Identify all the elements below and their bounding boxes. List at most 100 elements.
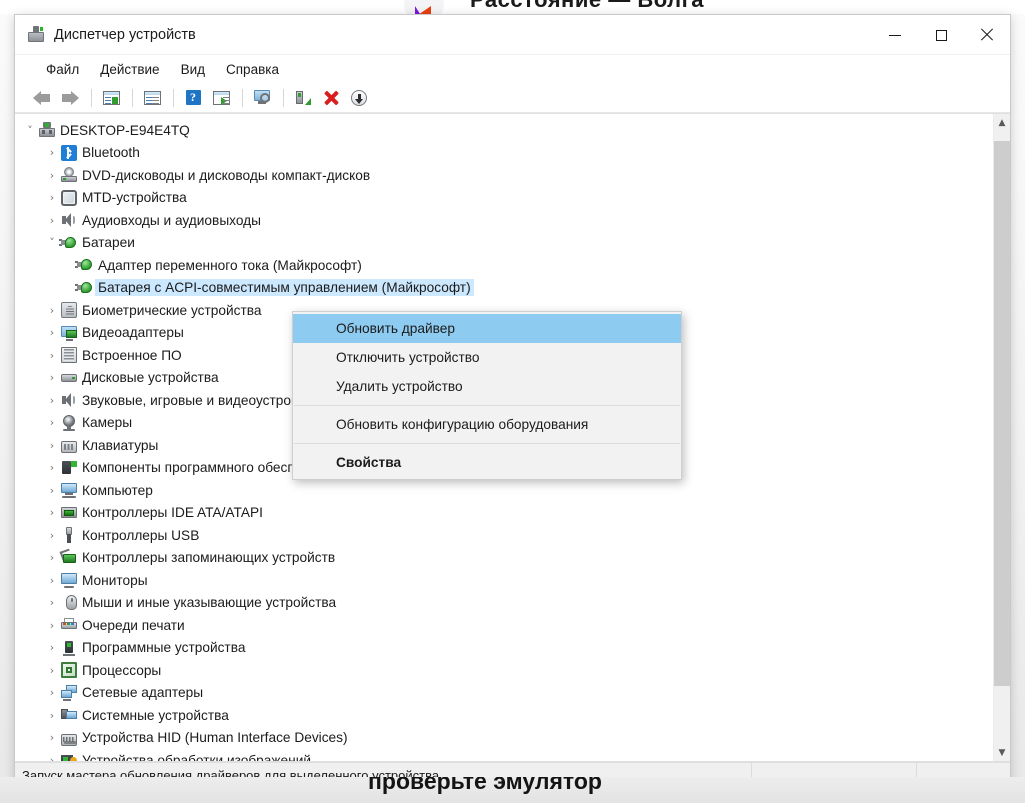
tree-item-label: Встроенное ПО: [82, 347, 182, 363]
expander-collapsed-icon[interactable]: ›: [45, 754, 59, 761]
tree-item-hid-devices[interactable]: › Устройства HID (Human Interface Device…: [15, 727, 993, 750]
tree-item-batteries[interactable]: ˅ Батареи: [15, 232, 993, 255]
close-button[interactable]: [964, 15, 1010, 55]
close-icon: [980, 28, 994, 42]
maximize-button[interactable]: [918, 15, 964, 55]
tree-vertical-scrollbar[interactable]: ▲ ▼: [993, 114, 1010, 761]
expander-collapsed-icon[interactable]: ›: [45, 371, 59, 384]
uninstall-device-icon[interactable]: [318, 86, 344, 110]
tree-item-dvd-drives[interactable]: › DVD-дисководы и дисководы компакт-диск…: [15, 164, 993, 187]
forward-arrow-icon[interactable]: [57, 86, 83, 110]
expander-collapsed-icon[interactable]: ›: [45, 731, 59, 744]
tree-item-system-devices[interactable]: › Системные устройства: [15, 704, 993, 727]
tree-item-label: Устройства HID (Human Interface Devices): [82, 730, 348, 746]
minimize-button[interactable]: [872, 15, 918, 55]
expander-collapsed-icon[interactable]: ›: [45, 439, 59, 452]
tree-item-computer[interactable]: › Компьютер: [15, 479, 993, 502]
expander-collapsed-icon[interactable]: ›: [45, 349, 59, 362]
computer-icon: [59, 482, 79, 499]
tree-item-mtd-devices[interactable]: › MTD-устройства: [15, 187, 993, 210]
maximize-icon: [935, 29, 947, 41]
tree-item-imaging-devices[interactable]: › Устройства обработки изображений: [15, 749, 993, 761]
usb-controller-icon: [59, 527, 79, 544]
expander-collapsed-icon[interactable]: ›: [45, 709, 59, 722]
tree-item-ide-controllers[interactable]: › Контроллеры IDE ATA/ATAPI: [15, 502, 993, 525]
expander-collapsed-icon[interactable]: ›: [45, 461, 59, 474]
expander-collapsed-icon[interactable]: ›: [45, 664, 59, 677]
menu-bar: Файл Действие Вид Справка: [15, 55, 1010, 83]
back-arrow-icon[interactable]: [29, 86, 55, 110]
expander-collapsed-icon[interactable]: ›: [45, 326, 59, 339]
tree-item-label: DVD-дисководы и дисководы компакт-дисков: [82, 167, 371, 183]
expander-collapsed-icon[interactable]: ›: [45, 641, 59, 654]
context-menu-item-update-driver[interactable]: Обновить драйвер: [293, 314, 681, 343]
expander-collapsed-icon[interactable]: ›: [45, 506, 59, 519]
disable-device-icon[interactable]: [346, 86, 372, 110]
expander-collapsed-icon[interactable]: ›: [45, 574, 59, 587]
context-menu-item-disable-device[interactable]: Отключить устройство: [293, 343, 681, 372]
toolbar-separator: [283, 88, 284, 107]
expander-collapsed-icon[interactable]: ›: [45, 619, 59, 632]
tree-item-bluetooth[interactable]: › Bluetooth: [15, 142, 993, 165]
expander-collapsed-icon[interactable]: ›: [45, 191, 59, 204]
expander-expanded-icon[interactable]: ˅: [45, 236, 59, 249]
tree-item-network-adapters[interactable]: › Сетевые адаптеры: [15, 682, 993, 705]
expander-collapsed-icon[interactable]: ›: [45, 484, 59, 497]
context-menu-item-properties[interactable]: Свойства: [293, 448, 681, 477]
toolbar-separator: [173, 88, 174, 107]
biometric-icon: [59, 302, 79, 319]
tree-item-storage-controllers[interactable]: › Контроллеры запоминающих устройств: [15, 547, 993, 570]
context-menu-item-uninstall-device[interactable]: Удалить устройство: [293, 372, 681, 401]
ide-controller-icon: [59, 505, 79, 521]
toolbar: ?: [15, 83, 1010, 113]
tree-item-processors[interactable]: › Процессоры: [15, 659, 993, 682]
tree-item-audio-inputs-outputs[interactable]: › Аудиовходы и аудиовыходы: [15, 209, 993, 232]
show-hide-action-pane-icon[interactable]: [208, 86, 234, 110]
context-menu-item-scan-hardware-changes[interactable]: Обновить конфигурацию оборудования: [293, 410, 681, 439]
tree-item-label: Программные устройства: [82, 640, 246, 656]
scroll-up-button[interactable]: ▲: [994, 114, 1010, 131]
tree-item-acpi-battery[interactable]: Батарея с ACPI-совместимым управлением (…: [15, 277, 993, 300]
expander-collapsed-icon[interactable]: ›: [45, 551, 59, 564]
tree-item-monitors[interactable]: › Мониторы: [15, 569, 993, 592]
scrollbar-track[interactable]: [994, 131, 1010, 744]
menu-help[interactable]: Справка: [217, 59, 288, 80]
update-driver-icon[interactable]: [290, 86, 316, 110]
tree-item-label: Компьютер: [82, 482, 153, 498]
scroll-down-button[interactable]: ▼: [994, 744, 1010, 761]
tree-item-usb-controllers[interactable]: › Контроллеры USB: [15, 524, 993, 547]
expander-collapsed-icon[interactable]: ›: [45, 416, 59, 429]
tree-item-software-devices[interactable]: › Программные устройства: [15, 637, 993, 660]
menu-action[interactable]: Действие: [91, 59, 168, 80]
context-menu-separator: [294, 405, 680, 406]
expander-collapsed-icon[interactable]: ›: [45, 146, 59, 159]
tree-item-print-queues[interactable]: › Очереди печати: [15, 614, 993, 637]
scrollbar-thumb[interactable]: [994, 141, 1010, 686]
tree-item-label: Процессоры: [82, 662, 162, 678]
tree-item-label: MTD-устройства: [82, 190, 187, 206]
expander-collapsed-icon[interactable]: ›: [45, 596, 59, 609]
tree-item-ac-adapter[interactable]: Адаптер переменного тока (Майкрософт): [15, 254, 993, 277]
help-icon[interactable]: ?: [180, 86, 206, 110]
audio-io-icon: [59, 212, 79, 228]
show-hide-console-tree-icon[interactable]: [98, 86, 124, 110]
expander-collapsed-icon[interactable]: ›: [45, 686, 59, 699]
tree-item-label: Системные устройства: [82, 707, 229, 723]
device-manager-icon: [27, 25, 45, 44]
expander-collapsed-icon[interactable]: ›: [45, 529, 59, 542]
expander-collapsed-icon[interactable]: ›: [45, 214, 59, 227]
menu-view[interactable]: Вид: [172, 59, 214, 80]
tree-item-mice[interactable]: › Мыши и иные указывающие устройства: [15, 592, 993, 615]
title-bar[interactable]: Диспетчер устройств: [15, 15, 1010, 55]
expander-collapsed-icon[interactable]: ›: [45, 394, 59, 407]
expander-collapsed-icon[interactable]: ›: [45, 304, 59, 317]
tree-root-label: DESKTOP-E94E4TQ: [60, 122, 190, 138]
menu-file[interactable]: Файл: [37, 59, 88, 80]
context-menu: Обновить драйвер Отключить устройство Уд…: [292, 311, 682, 480]
expander-collapsed-icon[interactable]: ›: [45, 169, 59, 182]
expander-expanded-icon[interactable]: ˅: [23, 124, 37, 137]
tree-root-row[interactable]: ˅ DESKTOP-E94E4TQ: [15, 119, 993, 142]
scan-screen-icon[interactable]: [249, 86, 275, 110]
properties-icon[interactable]: [139, 86, 165, 110]
background-bottom-text: проверьте эмулятор: [368, 777, 602, 794]
